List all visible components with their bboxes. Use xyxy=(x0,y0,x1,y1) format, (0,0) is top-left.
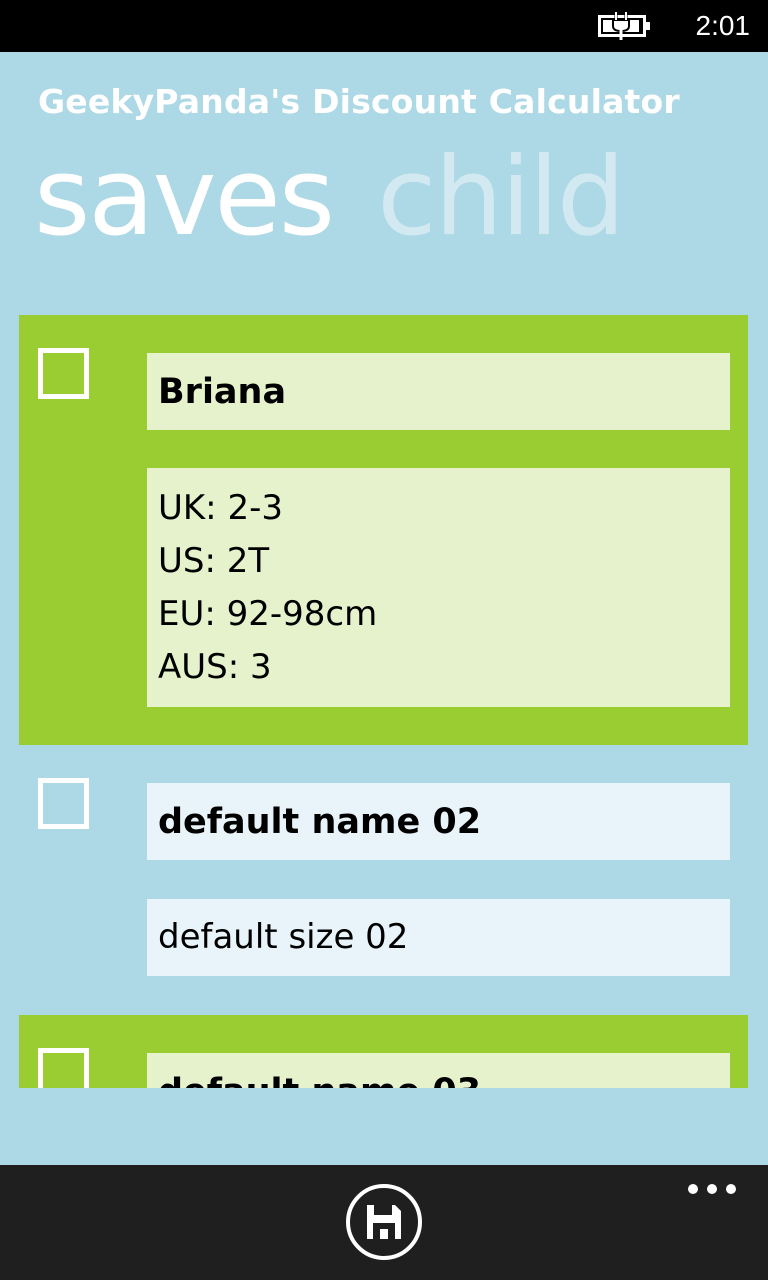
saves-list[interactable]: Briana UK: 2-3 US: 2T EU: 92-98cm AUS: 3… xyxy=(0,315,768,1088)
more-ellipsis-icon[interactable] xyxy=(682,1177,742,1201)
item-size: default size 02 xyxy=(147,899,730,976)
list-item[interactable]: default name 03 xyxy=(19,1015,748,1088)
app-title: GeekyPanda's Discount Calculator xyxy=(38,82,680,121)
size-line: AUS: 3 xyxy=(158,647,272,687)
list-item[interactable]: Briana UK: 2-3 US: 2T EU: 92-98cm AUS: 3 xyxy=(19,315,748,745)
item-checkbox[interactable] xyxy=(38,778,89,829)
item-name: Briana xyxy=(147,353,730,430)
dot xyxy=(707,1184,717,1194)
list-item[interactable]: default name 02 default size 02 xyxy=(19,745,748,1015)
status-time: 2:01 xyxy=(695,10,751,41)
dot xyxy=(688,1184,698,1194)
status-bar: 2:01 xyxy=(0,0,768,52)
item-name: default name 02 xyxy=(147,783,730,860)
size-line: US: 2T xyxy=(158,541,270,581)
item-name: default name 03 xyxy=(147,1053,730,1088)
tab-child[interactable]: child xyxy=(377,138,625,258)
item-checkbox[interactable] xyxy=(38,348,89,399)
battery-charging-icon xyxy=(598,12,650,40)
save-button[interactable] xyxy=(346,1184,422,1260)
pivot-header: saves child xyxy=(34,138,625,258)
size-line: UK: 2-3 xyxy=(158,488,283,528)
item-size: UK: 2-3 US: 2T EU: 92-98cm AUS: 3 xyxy=(147,468,730,707)
application-bar xyxy=(0,1165,768,1280)
save-icon xyxy=(367,1205,401,1239)
dot xyxy=(726,1184,736,1194)
item-checkbox[interactable] xyxy=(38,1048,89,1088)
size-line: default size 02 xyxy=(158,917,409,957)
tab-saves[interactable]: saves xyxy=(34,138,335,258)
size-line: EU: 92-98cm xyxy=(158,594,378,634)
